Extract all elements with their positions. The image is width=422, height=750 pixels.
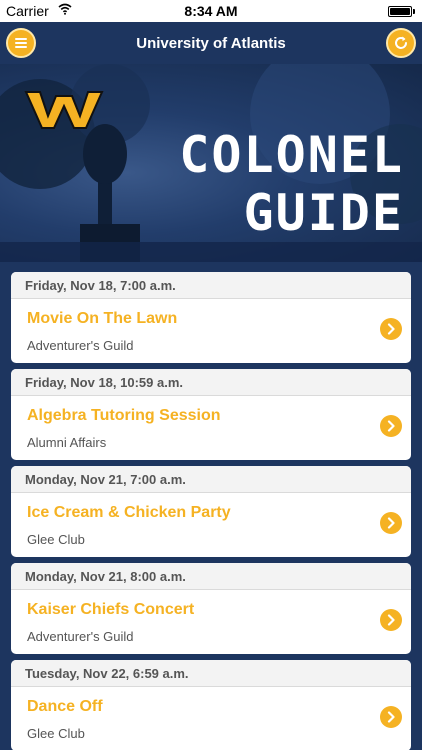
- event-list: Friday, Nov 18, 7:00 a.m. Movie On The L…: [11, 272, 411, 750]
- event-organizer: Alumni Affairs: [27, 435, 107, 450]
- chevron-right-icon[interactable]: [380, 415, 402, 437]
- clock: 8:34 AM: [184, 3, 238, 19]
- chevron-right-icon[interactable]: [380, 706, 402, 728]
- event-card[interactable]: Friday, Nov 18, 10:59 a.m. Algebra Tutor…: [11, 369, 411, 460]
- event-organizer: Adventurer's Guild: [27, 629, 134, 644]
- event-name: Kaiser Chiefs Concert: [27, 601, 195, 618]
- event-date: Friday, Nov 18, 10:59 a.m.: [11, 369, 411, 396]
- refresh-button[interactable]: [386, 28, 416, 58]
- event-organizer: Adventurer's Guild: [27, 338, 134, 353]
- event-name: Movie On The Lawn: [27, 310, 178, 327]
- event-name: Ice Cream & Chicken Party: [27, 504, 231, 521]
- hero-title-line1: COLONEL: [179, 126, 404, 184]
- battery-icon: [388, 6, 412, 17]
- hero-banner: COLONEL GUIDE: [0, 64, 422, 262]
- event-date: Monday, Nov 21, 7:00 a.m.: [11, 466, 411, 493]
- event-card[interactable]: Friday, Nov 18, 7:00 a.m. Movie On The L…: [11, 272, 411, 363]
- event-organizer: Glee Club: [27, 726, 85, 741]
- event-card[interactable]: Monday, Nov 21, 7:00 a.m. Ice Cream & Ch…: [11, 466, 411, 557]
- event-name: Dance Off: [27, 698, 103, 715]
- event-date: Tuesday, Nov 22, 6:59 a.m.: [11, 660, 411, 687]
- hero-title-line2: GUIDE: [243, 184, 404, 242]
- chevron-right-icon[interactable]: [380, 609, 402, 631]
- event-date: Monday, Nov 21, 8:00 a.m.: [11, 563, 411, 590]
- nav-bar: University of Atlantis: [0, 22, 422, 64]
- event-card[interactable]: Monday, Nov 21, 8:00 a.m. Kaiser Chiefs …: [11, 563, 411, 654]
- event-name: Algebra Tutoring Session: [27, 407, 221, 424]
- refresh-icon: [395, 36, 407, 49]
- event-date: Friday, Nov 18, 7:00 a.m.: [11, 272, 411, 299]
- event-organizer: Glee Club: [27, 532, 85, 547]
- status-bar: Carrier 8:34 AM: [0, 0, 422, 22]
- event-card[interactable]: Tuesday, Nov 22, 6:59 a.m. Dance Off Gle…: [11, 660, 411, 750]
- battery-tip: [413, 9, 415, 14]
- chevron-right-icon[interactable]: [380, 318, 402, 340]
- w-logo-icon: [24, 91, 104, 129]
- chevron-right-icon[interactable]: [380, 512, 402, 534]
- app-title: University of Atlantis: [136, 35, 286, 52]
